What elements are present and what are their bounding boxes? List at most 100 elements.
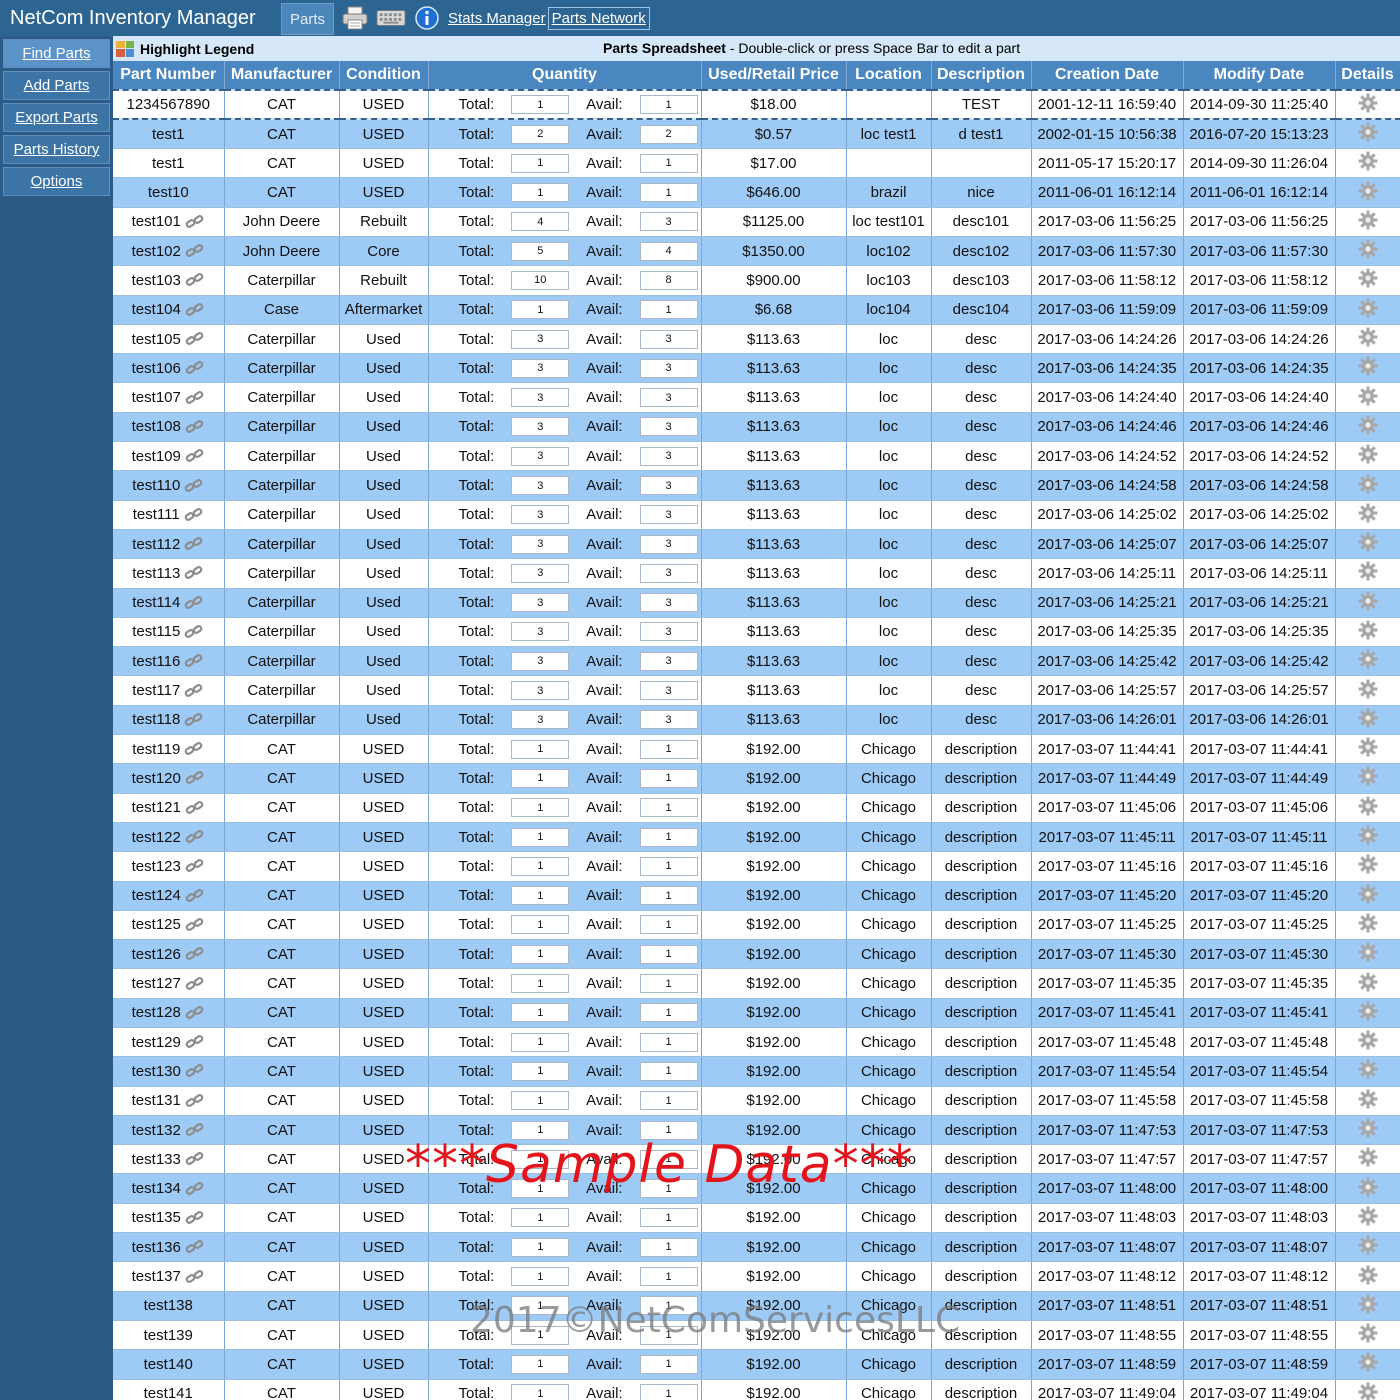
description-cell[interactable] — [931, 148, 1032, 179]
part-number-cell[interactable]: test134 — [113, 1173, 225, 1204]
avail-quantity-field[interactable]: 1 — [639, 1325, 698, 1345]
avail-quantity-field[interactable]: 3 — [639, 446, 698, 466]
description-cell[interactable]: d test1 — [931, 119, 1032, 150]
link-icon[interactable] — [185, 858, 205, 874]
link-icon[interactable] — [185, 1093, 205, 1109]
avail-quantity-field[interactable]: 3 — [639, 329, 698, 349]
details-cell[interactable] — [1335, 763, 1400, 794]
details-cell[interactable] — [1335, 968, 1400, 999]
total-quantity-field[interactable]: 1 — [511, 1061, 570, 1081]
total-quantity-field[interactable]: 1 — [511, 1237, 570, 1257]
avail-quantity-field[interactable]: 3 — [639, 710, 698, 730]
description-cell[interactable]: description — [931, 763, 1032, 794]
total-quantity-field[interactable]: 1 — [511, 827, 570, 847]
table-row[interactable]: test113 Caterpillar Used Total: 3 Avail: 3 $113… — [113, 558, 1400, 589]
total-quantity-field[interactable]: 1 — [511, 183, 570, 203]
part-number-cell[interactable]: test1 — [113, 119, 225, 150]
condition-cell[interactable]: Used — [339, 412, 429, 443]
table-row[interactable]: test120 CAT USED Total: 1 Avail: 1 $192.00 Chica… — [113, 763, 1400, 794]
total-quantity-field[interactable]: 1 — [511, 1149, 570, 1169]
manufacturer-cell[interactable]: CAT — [224, 119, 340, 150]
condition-cell[interactable]: Rebuilt — [339, 207, 429, 237]
part-number-cell[interactable]: test108 — [113, 412, 225, 443]
table-row[interactable]: test105 Caterpillar Used Total: 3 Avail: 3 $113… — [113, 324, 1400, 355]
link-icon[interactable] — [184, 712, 204, 728]
table-row[interactable]: test138 CAT USED Total: 1 Avail: 1 $192.00 Chica… — [113, 1291, 1400, 1321]
condition-cell[interactable]: USED — [339, 881, 429, 911]
location-cell[interactable]: Chicago — [846, 1144, 932, 1175]
location-cell[interactable]: Chicago — [846, 851, 932, 882]
details-cell[interactable] — [1335, 412, 1400, 443]
table-row[interactable]: 1234567890 CAT USED Total: 1 Avail: 1 $18.00 TES… — [113, 88, 1400, 121]
manufacturer-cell[interactable]: CAT — [224, 1115, 340, 1146]
link-icon[interactable] — [185, 1210, 205, 1226]
details-cell[interactable] — [1335, 910, 1400, 941]
gear-icon[interactable] — [1358, 1206, 1378, 1226]
link-icon[interactable] — [185, 448, 205, 464]
link-icon[interactable] — [185, 1269, 205, 1285]
manufacturer-cell[interactable]: Caterpillar — [224, 588, 340, 618]
part-number-cell[interactable]: test117 — [113, 675, 225, 706]
total-quantity-field[interactable]: 1 — [511, 915, 570, 935]
details-cell[interactable] — [1335, 1203, 1400, 1234]
table-row[interactable]: test116 Caterpillar Used Total: 3 Avail: 3 $113… — [113, 646, 1400, 677]
condition-cell[interactable]: USED — [339, 910, 429, 941]
link-icon[interactable] — [185, 272, 205, 288]
details-cell[interactable] — [1335, 998, 1400, 1029]
details-cell[interactable] — [1335, 148, 1400, 179]
sidebar-item-find-parts[interactable]: Find Parts — [3, 39, 110, 68]
description-cell[interactable]: TEST — [931, 88, 1032, 121]
avail-quantity-field[interactable]: 3 — [639, 358, 698, 378]
avail-quantity-field[interactable]: 1 — [639, 944, 698, 964]
location-cell[interactable]: loc — [846, 470, 932, 501]
gear-icon[interactable] — [1358, 298, 1378, 318]
details-cell[interactable] — [1335, 558, 1400, 589]
description-cell[interactable]: description — [931, 851, 1032, 882]
condition-cell[interactable]: Used — [339, 529, 429, 560]
avail-quantity-field[interactable]: 1 — [639, 768, 698, 788]
details-cell[interactable] — [1335, 1086, 1400, 1116]
gear-icon[interactable] — [1358, 649, 1378, 669]
column-header[interactable]: Manufacturer — [224, 61, 340, 90]
description-cell[interactable]: description — [931, 1173, 1032, 1204]
location-cell[interactable]: Chicago — [846, 822, 932, 853]
description-cell[interactable]: description — [931, 1379, 1032, 1400]
location-cell[interactable]: Chicago — [846, 939, 932, 970]
table-row[interactable]: test119 CAT USED Total: 1 Avail: 1 $192.00 Chica… — [113, 734, 1400, 765]
part-number-cell[interactable]: test116 — [113, 646, 225, 677]
avail-quantity-field[interactable]: 1 — [639, 1384, 698, 1400]
link-icon[interactable] — [185, 888, 205, 904]
gear-icon[interactable] — [1358, 268, 1378, 288]
price-cell[interactable]: $113.63 — [701, 382, 847, 413]
keyboard-icon[interactable] — [376, 5, 406, 31]
details-cell[interactable] — [1335, 1379, 1400, 1400]
table-row[interactable]: test123 CAT USED Total: 1 Avail: 1 $192.00 Chica… — [113, 851, 1400, 882]
details-cell[interactable] — [1335, 646, 1400, 677]
details-cell[interactable] — [1335, 207, 1400, 237]
description-cell[interactable]: desc — [931, 470, 1032, 501]
condition-cell[interactable]: USED — [339, 1173, 429, 1204]
part-number-cell[interactable]: test135 — [113, 1203, 225, 1234]
details-cell[interactable] — [1335, 1173, 1400, 1204]
gear-icon[interactable] — [1358, 1089, 1378, 1109]
gear-icon[interactable] — [1358, 122, 1378, 142]
location-cell[interactable]: Chicago — [846, 763, 932, 794]
avail-quantity-field[interactable]: 1 — [639, 1296, 698, 1316]
condition-cell[interactable]: Used — [339, 617, 429, 648]
condition-cell[interactable]: USED — [339, 1115, 429, 1146]
part-number-cell[interactable]: test130 — [113, 1056, 225, 1087]
part-number-cell[interactable]: test105 — [113, 324, 225, 355]
gear-icon[interactable] — [1358, 327, 1378, 347]
gear-icon[interactable] — [1358, 796, 1378, 816]
gear-icon[interactable] — [1358, 93, 1378, 113]
link-icon[interactable] — [184, 536, 204, 552]
column-header[interactable]: Location — [846, 61, 932, 90]
column-header[interactable]: Details — [1335, 61, 1400, 90]
price-cell[interactable]: $113.63 — [701, 412, 847, 443]
total-quantity-field[interactable]: 3 — [511, 593, 570, 613]
gear-icon[interactable] — [1358, 210, 1378, 230]
manufacturer-cell[interactable]: CAT — [224, 1320, 340, 1351]
location-cell[interactable]: loc — [846, 324, 932, 355]
details-cell[interactable] — [1335, 265, 1400, 296]
column-header[interactable]: Creation Date — [1031, 61, 1184, 90]
